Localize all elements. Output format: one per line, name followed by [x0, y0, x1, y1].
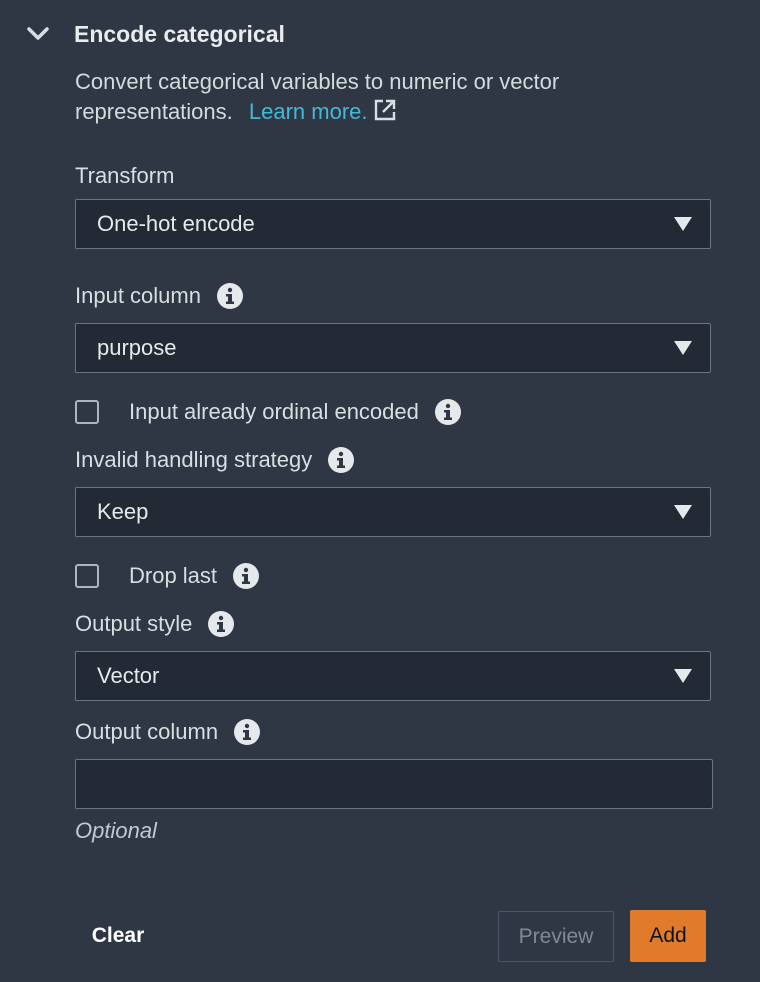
invalid-handling-label-text: Invalid handling strategy	[75, 447, 313, 472]
output-column-label-text: Output column	[75, 719, 219, 744]
invalid-handling-label: Invalid handling strategy	[75, 446, 355, 474]
output-style-label-text: Output style	[75, 611, 193, 636]
input-column-label: Input column	[75, 282, 243, 310]
learn-more-link[interactable]: Learn more.	[249, 99, 398, 124]
invalid-handling-value: Keep	[97, 499, 149, 524]
transform-label: Transform	[75, 162, 174, 190]
learn-more-label: Learn more.	[248, 99, 368, 124]
input-column-label-text: Input column	[75, 283, 201, 308]
drop-last-label: Drop last	[129, 563, 218, 588]
transform-label-text: Transform	[75, 163, 175, 188]
input-ordinal-label: Input already ordinal encoded	[129, 399, 419, 424]
panel-title: Encode categorical	[74, 20, 285, 47]
caret-down-icon	[674, 505, 692, 519]
info-icon[interactable]	[434, 399, 461, 425]
chevron-down-icon[interactable]	[24, 20, 52, 48]
output-column-label: Output column	[75, 718, 261, 746]
caret-down-icon	[674, 669, 692, 683]
output-column-hint: Optional	[75, 818, 157, 843]
info-icon[interactable]	[328, 447, 355, 473]
clear-button[interactable]: Clear	[78, 912, 158, 960]
info-icon[interactable]	[216, 283, 243, 309]
output-column-input[interactable]	[75, 759, 713, 809]
add-button[interactable]: Add	[630, 910, 706, 962]
preview-button[interactable]: Preview	[498, 911, 614, 962]
input-ordinal-checkbox[interactable]	[75, 400, 99, 424]
info-icon[interactable]	[208, 611, 235, 637]
caret-down-icon	[674, 217, 692, 231]
output-style-value: Vector	[97, 663, 160, 688]
output-style-label: Output style	[75, 610, 235, 638]
info-icon[interactable]	[233, 563, 260, 589]
transform-value: One-hot encode	[97, 211, 255, 236]
info-icon[interactable]	[234, 719, 261, 745]
output-style-select[interactable]: Vector	[75, 651, 711, 701]
drop-last-checkbox[interactable]	[75, 564, 99, 588]
input-ordinal-row: Input already ordinal encoded	[75, 397, 461, 427]
panel-header[interactable]: Encode categorical	[24, 16, 724, 52]
drop-last-row: Drop last	[75, 561, 260, 591]
external-link-icon	[374, 99, 395, 121]
panel-description: Convert categorical variables to numeric…	[75, 67, 715, 127]
input-column-value: purpose	[97, 335, 177, 360]
input-column-select[interactable]: purpose	[75, 323, 711, 373]
caret-down-icon	[674, 341, 692, 355]
invalid-handling-select[interactable]: Keep	[75, 487, 711, 537]
transform-select[interactable]: One-hot encode	[75, 199, 711, 249]
